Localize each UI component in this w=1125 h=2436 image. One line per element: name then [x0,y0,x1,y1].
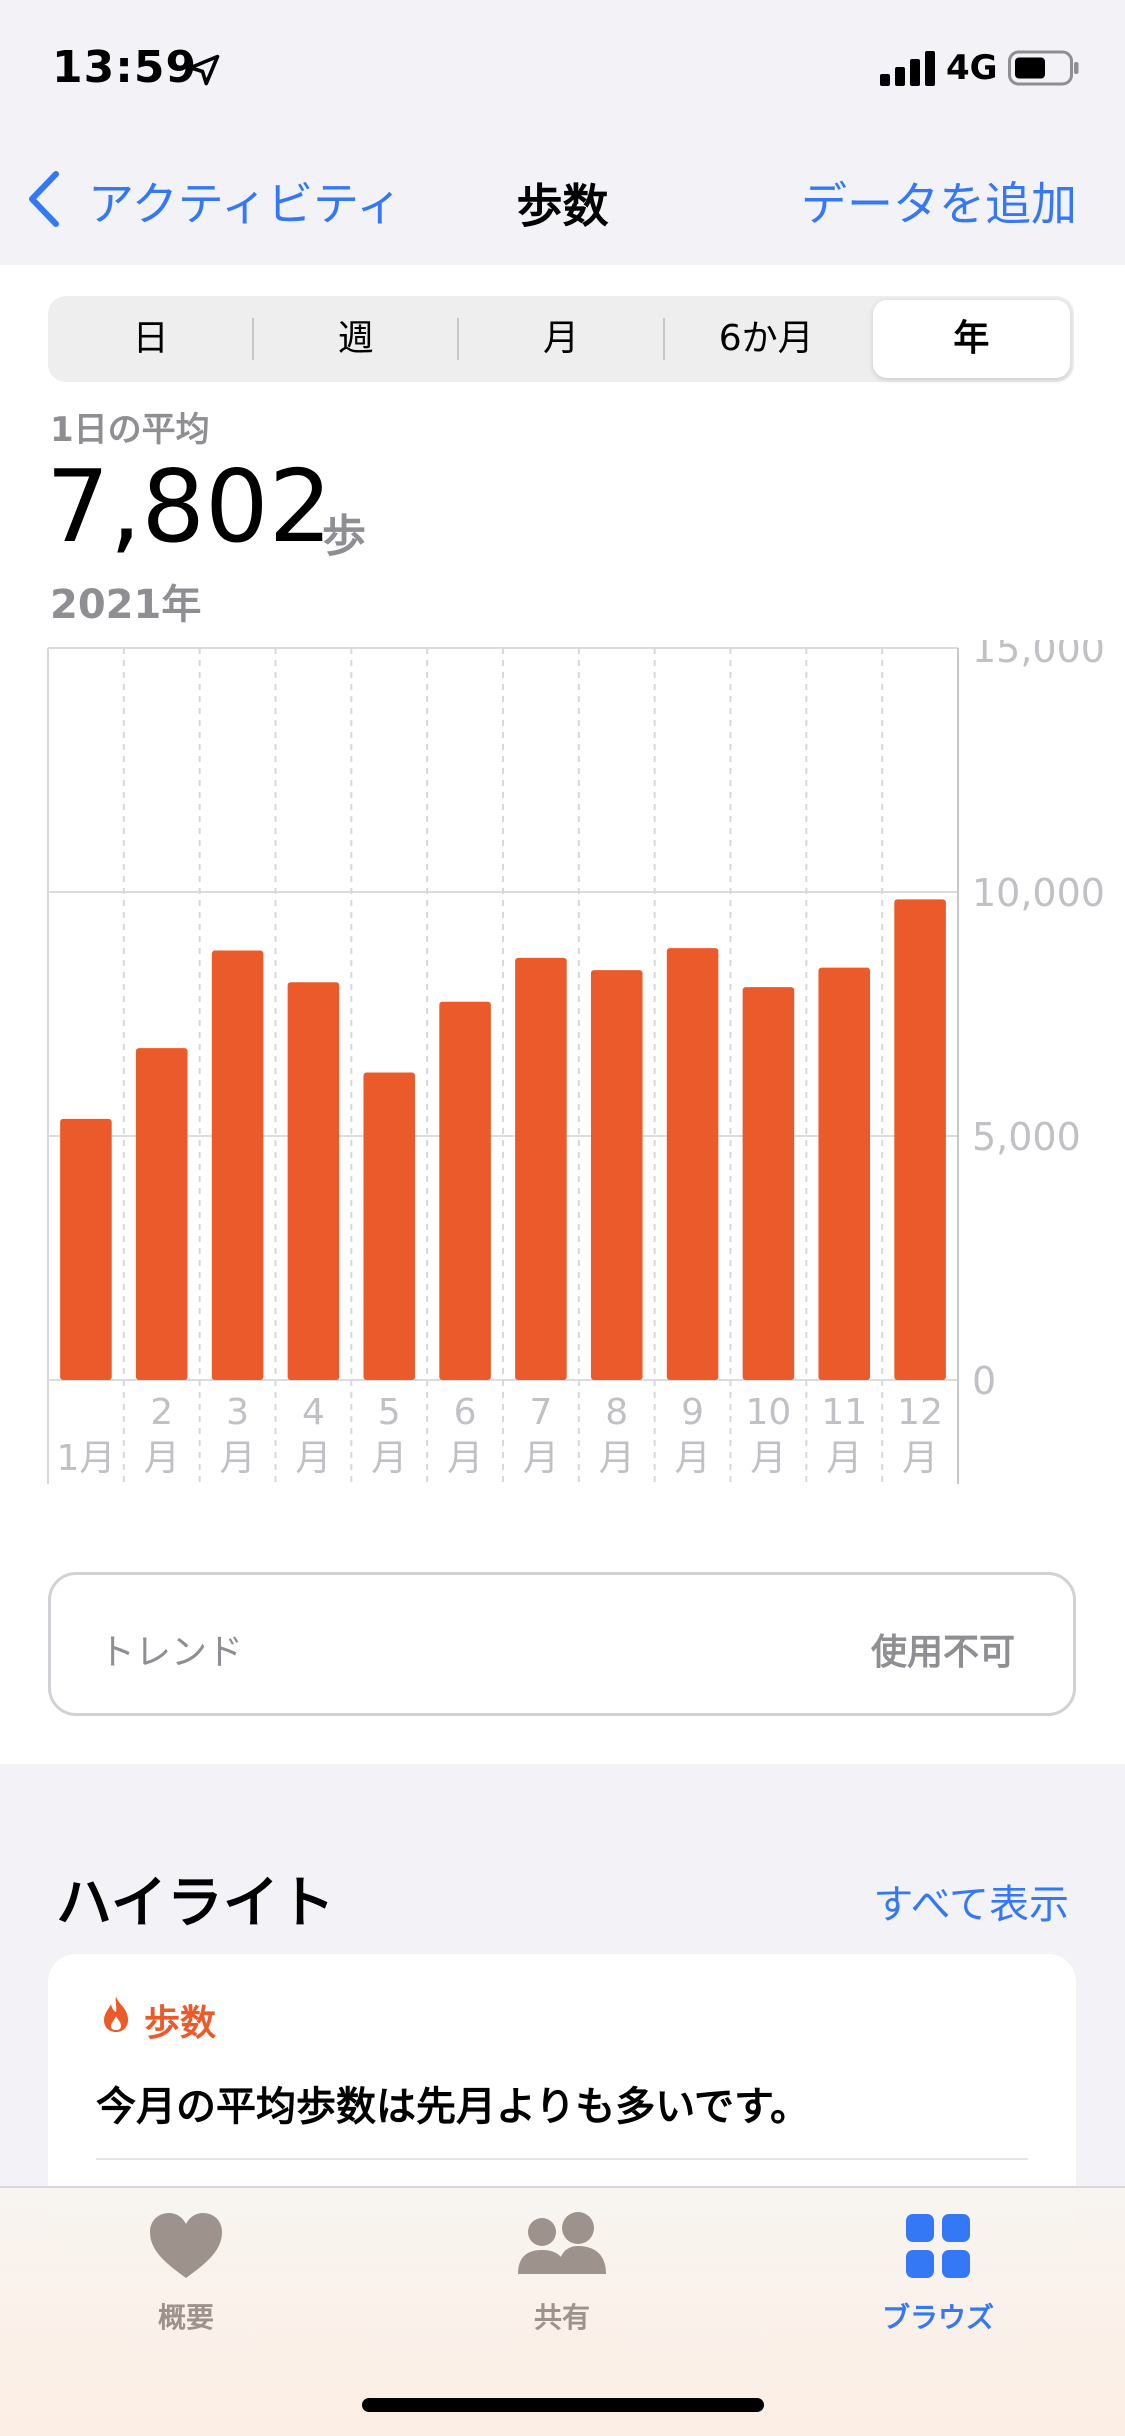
x-tick-label: 7 [529,1392,552,1433]
bar-11 [818,967,871,1380]
x-tick-label: 月 [599,1438,635,1479]
x-tick-label: 月 [295,1438,331,1479]
tab-label: 共有 [533,2301,590,2334]
bar-5 [363,1072,416,1380]
people-icon [452,2210,672,2286]
x-tick-label: 9 [681,1392,704,1433]
y-tick-label: 15,000 [972,640,1105,671]
average-label: 1日の平均 [50,410,210,450]
segment-2[interactable]: 月 [458,300,663,378]
add-data-button[interactable]: データを追加 [801,168,1077,234]
x-tick-label: 3 [226,1392,249,1433]
tab-label: ブラウズ [881,2301,994,2334]
period-label: 2021年 [50,582,202,628]
x-tick-label: 月 [523,1438,559,1479]
bar-7 [515,957,567,1380]
x-tick-label: 1月 [56,1438,115,1479]
highlight-category: 歩数 [144,2003,217,2044]
battery-icon [1008,50,1079,86]
network-type: 4G [946,48,998,88]
steps-bar-chart[interactable]: 05,00010,00015,0001月2月3月4月5月6月7月8月9月10月1… [0,640,1125,1500]
x-tick-label: 6 [454,1392,477,1433]
y-tick-label: 0 [972,1359,996,1403]
highlight-divider [96,2158,1028,2160]
segment-3[interactable]: 6か月 [664,300,869,378]
average-value: 7,802 [46,448,333,565]
y-tick-label: 10,000 [972,871,1105,915]
segment-divider [457,318,460,360]
x-tick-label: 月 [675,1438,711,1479]
x-tick-label: 月 [750,1438,786,1479]
flame-icon [104,1996,128,2032]
x-tick-label: 5 [378,1392,401,1433]
x-tick-label: 2 [150,1392,173,1433]
tab-people[interactable]: 共有 [452,2210,672,2360]
x-tick-label: 月 [826,1438,862,1479]
bar-2 [135,1048,188,1380]
bar-12 [894,899,946,1380]
bar-8 [590,970,643,1380]
x-tick-label: 10 [746,1392,792,1433]
tab-label: 概要 [157,2301,214,2334]
grid-icon [828,2210,1048,2286]
cellular-signal-icon [880,51,935,86]
highlight-text: 今月の平均歩数は先月よりも多いです。 [96,2084,810,2130]
bar-6 [439,1001,491,1380]
segment-1[interactable]: 週 [253,300,458,378]
segment-divider [252,318,255,360]
x-tick-label: 月 [144,1438,180,1479]
x-tick-label: 月 [447,1438,483,1479]
x-tick-label: 月 [902,1438,938,1479]
bar-4 [287,982,340,1380]
status-bar: 13:59 4G [0,0,1125,140]
y-tick-label: 5,000 [972,1115,1081,1159]
header-area: 13:59 4G アクティビティ 歩数 データを追加 [0,0,1125,265]
average-unit: 歩 [322,511,366,562]
bar-3 [211,950,264,1380]
heart-icon [76,2210,296,2286]
navigation-bar: アクティビティ 歩数 データを追加 [0,150,1125,250]
bar-10 [742,987,795,1380]
x-tick-label: 8 [605,1392,628,1433]
status-time: 13:59 [52,42,198,93]
x-tick-label: 4 [302,1392,325,1433]
trend-label: トレンド [99,1632,244,1673]
period-segmented-control: 日週月 6か月年 [48,296,1074,382]
x-tick-label: 12 [897,1392,943,1433]
trend-card[interactable]: トレンド 使用不可 [48,1572,1076,1716]
highlights-title: ハイライト [56,1871,335,1936]
location-arrow-icon [188,54,220,86]
segment-divider [662,318,665,360]
trend-value: 使用不可 [870,1632,1015,1673]
tab-grid[interactable]: ブラウズ [828,2210,1048,2360]
see-all-link[interactable]: すべて表示 [873,1872,1069,1930]
x-tick-label: 月 [371,1438,407,1479]
bar-1 [60,1118,112,1380]
segment-0[interactable]: 日 [48,300,253,378]
home-indicator [362,2398,764,2412]
x-tick-label: 月 [220,1438,256,1479]
segment-4[interactable]: 年 [872,300,1070,378]
tab-heart[interactable]: 概要 [76,2210,296,2360]
bar-9 [666,948,719,1380]
x-tick-label: 11 [821,1392,867,1433]
